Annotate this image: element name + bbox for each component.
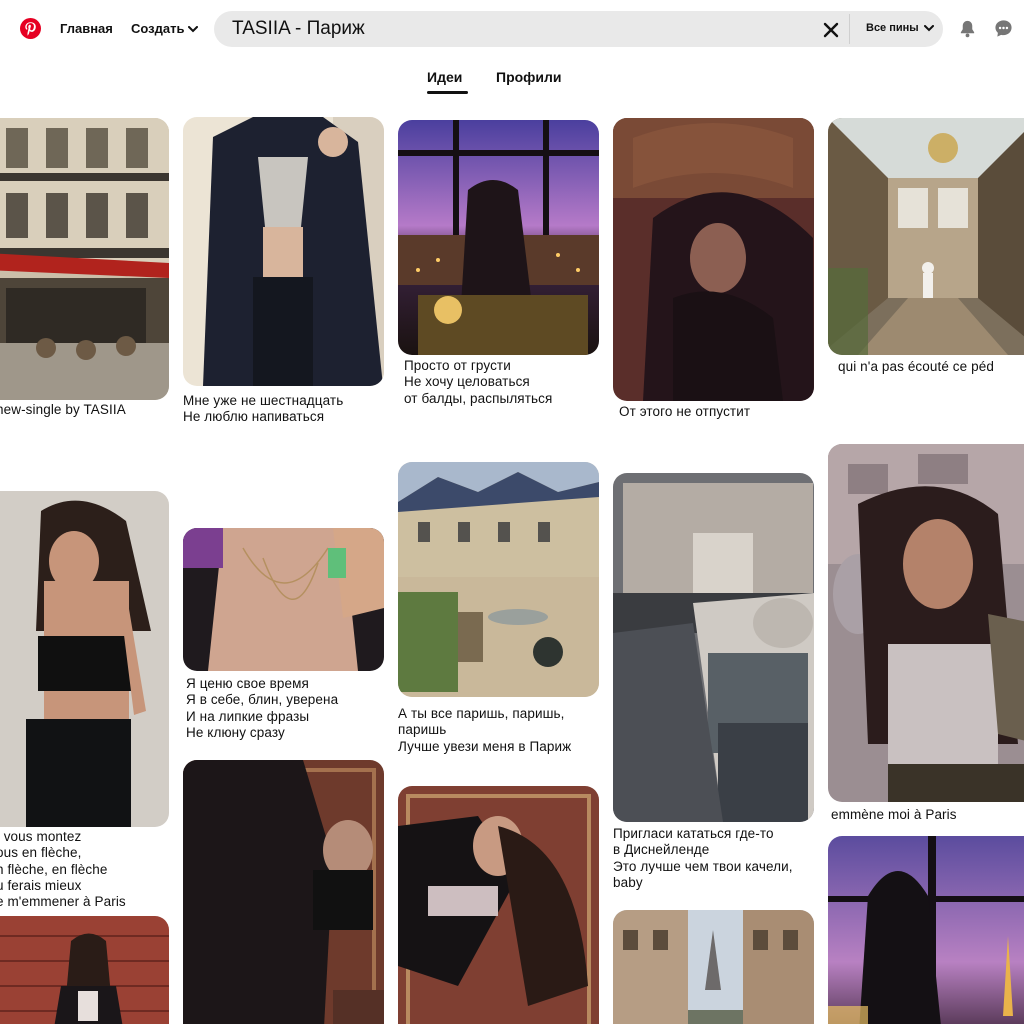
pin-caption: emmène moi à Paris bbox=[831, 807, 957, 822]
pin-caption: Пригласи кататься где-то в Диснейленде Э… bbox=[613, 826, 793, 890]
pin-image[interactable] bbox=[0, 916, 169, 1024]
pin-image[interactable] bbox=[613, 118, 814, 401]
active-tab-indicator bbox=[427, 91, 468, 94]
tab-ideas[interactable]: Идеи bbox=[427, 69, 462, 85]
pin-image[interactable] bbox=[183, 528, 384, 671]
pin-image[interactable] bbox=[398, 120, 599, 355]
chevron-down-icon bbox=[923, 24, 934, 32]
tab-profiles[interactable]: Профили bbox=[496, 69, 562, 85]
pin-image[interactable] bbox=[398, 462, 599, 697]
pin-image[interactable] bbox=[828, 118, 1024, 355]
nav-create-menu[interactable]: Создать bbox=[131, 21, 199, 36]
pin-caption: Просто от грусти Не хочу целоваться от б… bbox=[404, 358, 553, 406]
search-input[interactable] bbox=[232, 17, 792, 41]
pin-caption: new-single by TASIIA bbox=[0, 402, 126, 417]
pin-caption: Я ценю свое время Я в себе, блин, уверен… bbox=[186, 676, 339, 740]
chevron-down-icon bbox=[188, 26, 199, 33]
pin-caption: qui n'a pas écouté ce péd bbox=[838, 359, 994, 374]
chat-bubble-icon[interactable] bbox=[994, 19, 1013, 38]
pin-caption: Мне уже не шестнадцать Не люблю напивать… bbox=[183, 393, 344, 425]
top-bar: Главная Создать Все пины bbox=[0, 0, 1024, 58]
search-divider bbox=[849, 14, 850, 44]
pin-image[interactable] bbox=[613, 910, 814, 1024]
pin-image[interactable] bbox=[183, 117, 384, 386]
pin-caption: А ты все паришь, паришь, паришь Лучше ув… bbox=[398, 706, 572, 754]
pin-image[interactable] bbox=[398, 786, 599, 1024]
pin-caption: От этого не отпустит bbox=[619, 404, 751, 419]
pin-image[interactable] bbox=[0, 491, 169, 827]
nav-home-link[interactable]: Главная bbox=[60, 21, 113, 36]
close-icon[interactable] bbox=[822, 21, 840, 39]
pin-caption: t vous montez ous en flèche, n flèche, e… bbox=[0, 829, 126, 910]
nav-create-label: Создать bbox=[131, 21, 185, 36]
pin-image[interactable] bbox=[0, 118, 169, 400]
pin-image[interactable] bbox=[613, 473, 814, 822]
pinterest-logo-icon[interactable] bbox=[20, 18, 41, 39]
bell-icon[interactable] bbox=[958, 19, 977, 38]
pins-filter-dropdown[interactable]: Все пины bbox=[866, 22, 934, 34]
pin-image[interactable] bbox=[183, 760, 384, 1024]
pin-image[interactable] bbox=[828, 444, 1024, 802]
pins-filter-label: Все пины bbox=[866, 22, 919, 34]
pin-image[interactable] bbox=[828, 836, 1024, 1024]
